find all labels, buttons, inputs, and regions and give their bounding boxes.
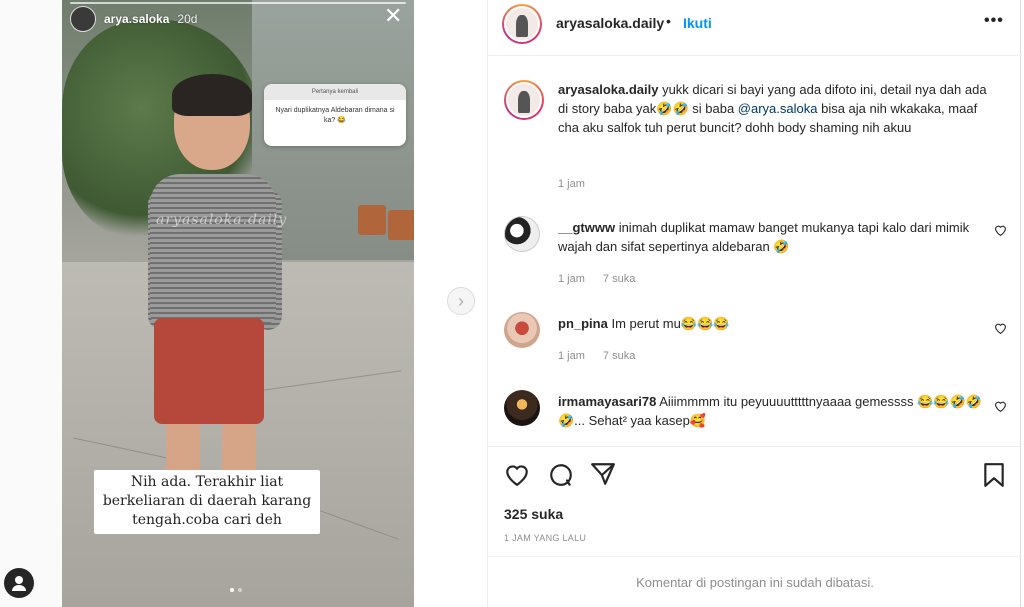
heart-icon[interactable] bbox=[994, 224, 1007, 239]
comment-body: inimah duplikat mamaw banget mukanya tap… bbox=[558, 220, 970, 254]
carousel-dot-active bbox=[230, 588, 234, 592]
comment-likes[interactable]: 7 suka bbox=[603, 350, 635, 362]
author-avatar[interactable] bbox=[502, 4, 542, 44]
mention-link[interactable]: @arya.saloka bbox=[738, 101, 818, 116]
heart-icon[interactable] bbox=[994, 400, 1007, 415]
comment-text: __gtwww inimah duplikat mamaw banget muk… bbox=[558, 218, 988, 256]
story-progress-bar bbox=[70, 2, 406, 4]
story-caption-line: tengah.coba cari deh bbox=[132, 512, 282, 528]
caption-username[interactable]: aryasaloka.daily bbox=[558, 82, 658, 97]
comment-body: Im perut mu😂😂😂 bbox=[607, 316, 730, 331]
comment-username[interactable]: __gtwww bbox=[558, 220, 615, 235]
caption-time[interactable]: 1 jam bbox=[558, 178, 585, 190]
kid-shirt bbox=[150, 174, 276, 324]
caption-text: aryasaloka.daily yukk dicari si bayi yan… bbox=[558, 80, 988, 137]
commenter-avatar[interactable] bbox=[504, 216, 540, 252]
comment-time[interactable]: 1 jam bbox=[558, 350, 585, 362]
comment-username[interactable]: pn_pina bbox=[558, 316, 608, 331]
comment-bubble-icon[interactable] bbox=[548, 462, 574, 493]
comment-likes[interactable]: 7 suka bbox=[603, 273, 635, 285]
question-sticker: Pertanya kembali Nyari duplikatnya Aldeb… bbox=[264, 84, 406, 146]
plant-pot bbox=[358, 205, 386, 235]
actions-divider bbox=[488, 446, 1022, 447]
more-options-icon[interactable]: ••• bbox=[984, 12, 1004, 30]
comments-restricted-text: Komentar di postingan ini sudah dibatasi… bbox=[636, 574, 874, 590]
carousel-dots bbox=[230, 588, 242, 592]
kid-hair bbox=[172, 74, 252, 116]
next-slide-button[interactable]: › bbox=[447, 287, 475, 315]
like-heart-icon[interactable] bbox=[504, 462, 530, 491]
question-text: Nyari duplikatnya Aldebaran dimana si ka… bbox=[275, 107, 395, 124]
post-header: aryasaloka.daily • Ikuti ••• bbox=[488, 0, 1022, 56]
separator-dot: • bbox=[666, 13, 671, 29]
commenter-avatar[interactable] bbox=[504, 312, 540, 348]
story-header: arya.saloka 20d bbox=[70, 6, 197, 32]
comment-text: pn_pina Im perut mu😂😂😂 bbox=[558, 314, 988, 333]
likes-count[interactable]: 325 suka bbox=[504, 506, 563, 522]
plant-pot bbox=[388, 210, 414, 240]
bookmark-icon[interactable] bbox=[982, 462, 1006, 493]
follow-button[interactable]: Ikuti bbox=[683, 15, 712, 31]
profile-icon[interactable] bbox=[4, 568, 34, 598]
comment-username[interactable]: irmamayasari78 bbox=[558, 394, 656, 409]
story-caption-line: Nih ada. Terakhir liat bbox=[130, 474, 284, 490]
post-details-panel: aryasaloka.daily • Ikuti ••• aryasaloka.… bbox=[487, 0, 1022, 607]
question-header: Pertanya kembali bbox=[264, 84, 406, 100]
story-username: arya.saloka bbox=[104, 12, 170, 26]
comment-meta: 1 jam 7 suka bbox=[558, 350, 635, 362]
page-background bbox=[0, 0, 62, 607]
caption-avatar[interactable] bbox=[504, 80, 544, 120]
comment-meta: 1 jam 7 suka bbox=[558, 273, 635, 285]
caption-meta: 1 jam bbox=[558, 178, 585, 190]
comment-text: irmamayasari78 Aiiimmmm itu peyuuuuttttt… bbox=[558, 392, 988, 430]
comments-restricted-notice: Komentar di postingan ini sudah dibatasi… bbox=[488, 556, 1022, 607]
commenter-avatar[interactable] bbox=[504, 390, 540, 426]
carousel-dot bbox=[238, 588, 242, 592]
comment-time[interactable]: 1 jam bbox=[558, 273, 585, 285]
kid-shorts bbox=[154, 318, 264, 424]
close-icon: ✕ bbox=[384, 3, 403, 28]
story-caption: Nih ada. Terakhir liat berkeliaran di da… bbox=[94, 470, 320, 534]
posted-time: 1 JAM YANG LALU bbox=[504, 533, 587, 543]
author-username[interactable]: aryasaloka.daily bbox=[556, 15, 664, 31]
watermark: aryasaloka.daily bbox=[156, 212, 288, 228]
story-age: 20d bbox=[177, 12, 198, 26]
story-caption-line: berkeliaran di daerah karang bbox=[102, 493, 312, 509]
post-image: aryasaloka.daily arya.saloka 20d ✕ Perta… bbox=[62, 0, 414, 607]
story-avatar bbox=[70, 6, 96, 32]
heart-icon[interactable] bbox=[994, 322, 1007, 337]
share-paper-plane-icon[interactable] bbox=[590, 462, 616, 491]
